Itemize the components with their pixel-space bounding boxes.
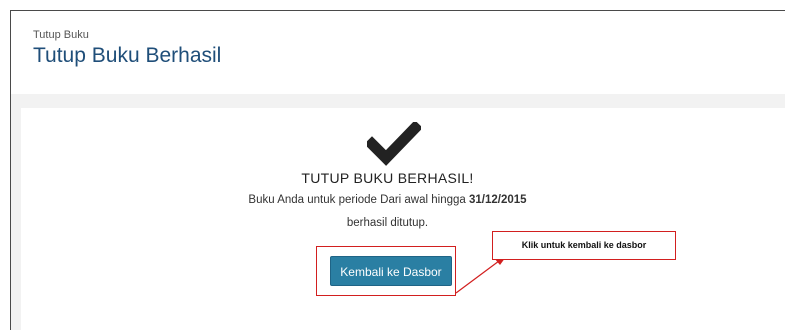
annotation-arrow	[455, 254, 508, 294]
annotation-callout: Klik untuk kembali ke dasbor	[492, 231, 676, 260]
